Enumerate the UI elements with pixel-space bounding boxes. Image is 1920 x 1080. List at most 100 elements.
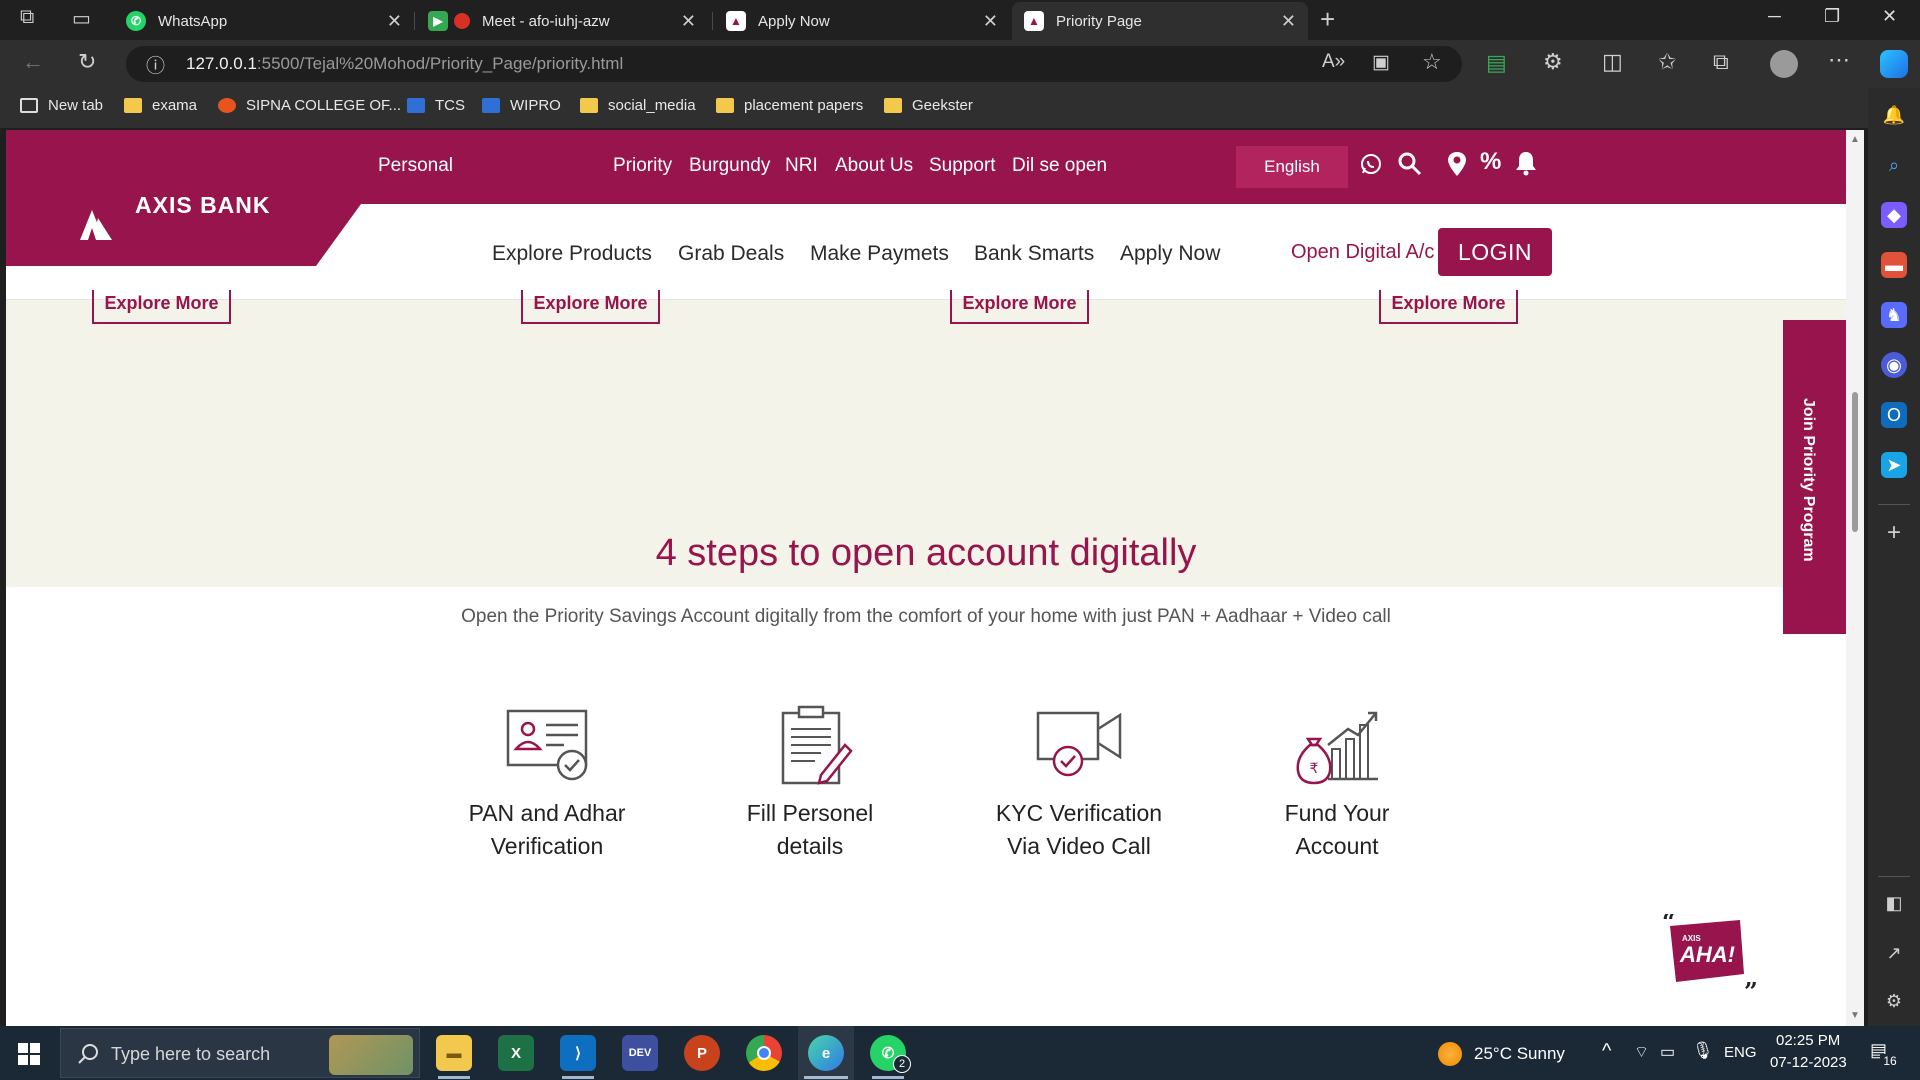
taskbar-search-box[interactable]: Type here to search [60,1028,420,1078]
explore-more-button[interactable]: Explore More [92,290,231,324]
windows-start-icon[interactable] [18,1043,40,1065]
sidebar-toggle-icon[interactable]: ◧ [1881,890,1907,916]
open-digital-account-link[interactable]: Open Digital A/c [1291,241,1434,264]
nav-burgundy[interactable]: Burgundy [689,155,770,177]
bookmark-exama[interactable]: exama [124,97,197,114]
axis-aha-chat-button[interactable]: “ ” AXIS AHA! [1660,907,1758,1006]
page-scrollbar[interactable]: ▲ ▼ [1846,130,1864,1026]
settings-gear-icon[interactable]: ⚙ [1881,988,1907,1014]
outlook-icon[interactable]: O [1881,402,1907,428]
tray-overflow-icon[interactable]: ^ [1602,1040,1611,1063]
bookmark-geekster[interactable]: Geekster [884,97,973,114]
tab-meet[interactable]: ▶ Meet - afo-iuhj-azw ✕ [416,2,708,40]
microphone-icon[interactable]: 🎙 [1692,1041,1714,1061]
vscode-icon[interactable]: ⟩ [560,1035,596,1071]
weather-text[interactable]: 25°C Sunny [1474,1044,1565,1064]
minimize-icon[interactable]: ─ [1768,6,1781,27]
bookmark-social-media[interactable]: social_media [580,97,696,114]
bookmark-wipro[interactable]: WIPRO [482,97,561,114]
excel-icon[interactable]: X [498,1035,534,1071]
location-pin-icon[interactable] [1447,151,1467,177]
whatsapp-icon[interactable] [1359,152,1383,176]
window-close-icon[interactable]: ✕ [1882,6,1897,27]
more-options-icon[interactable]: ⋯ [1828,47,1850,73]
chrome-icon[interactable] [746,1035,782,1071]
step-kyc-video: KYC Verification Via Video Call [969,705,1189,863]
close-icon[interactable]: ✕ [387,11,402,32]
nav-explore-products[interactable]: Explore Products [492,242,652,266]
nav-make-payments[interactable]: Make Paymets [810,242,949,266]
step-fill-details: Fill Personel details [700,705,920,863]
scroll-up-icon[interactable]: ▲ [1850,134,1860,145]
read-aloud-icon[interactable]: A» [1322,51,1345,73]
scroll-thumb[interactable] [1852,392,1858,532]
address-bar[interactable]: ⓘ 127.0.0.1:5500/Tejal%20Mohod/Priority_… [126,46,1462,82]
tag-icon[interactable]: ◆ [1881,202,1907,228]
bookmark-sipna[interactable]: SIPNA COLLEGE OF... [218,97,401,114]
workspaces-icon[interactable]: ⧉ [20,6,34,29]
tab-whatsapp[interactable]: ✆ WhatsApp ✕ [114,2,414,40]
collections-icon[interactable]: ⧉ [1713,49,1729,75]
clock-date[interactable]: 07-12-2023 [1770,1054,1847,1071]
back-icon[interactable]: ← [22,49,44,75]
bookmark-new-tab[interactable]: New tab [20,97,103,114]
nav-bank-smarts[interactable]: Bank Smarts [974,242,1094,266]
devcpp-icon[interactable]: DEV [622,1035,658,1071]
extensions-icon[interactable]: ⚙ [1543,49,1563,75]
new-tab-icon[interactable]: + [1320,4,1335,35]
explore-more-button[interactable]: Explore More [521,290,660,324]
open-external-icon[interactable]: ↗ [1881,940,1907,966]
games-icon[interactable]: ♞ [1881,302,1907,328]
extension-printer-icon[interactable]: ▤ [1486,50,1507,76]
battery-icon[interactable]: ▭ [1660,1042,1675,1062]
close-icon[interactable]: ✕ [983,11,998,32]
nav-support[interactable]: Support [929,155,996,177]
nav-dil-se-open[interactable]: Dil se open [1012,155,1107,177]
tools-icon[interactable]: ▬ [1881,252,1907,278]
clock-time[interactable]: 02:25 PM [1776,1032,1840,1049]
close-icon[interactable]: ✕ [681,11,696,32]
powerpoint-icon[interactable]: P [684,1035,720,1071]
restore-icon[interactable]: ❐ [1824,6,1840,27]
refresh-icon[interactable]: ↻ [78,49,96,75]
search-icon[interactable] [1397,151,1423,177]
nav-personal[interactable]: Personal [378,155,453,177]
send-icon[interactable]: ➤ [1881,452,1907,478]
copilot-sidebar-icon[interactable]: ◉ [1881,352,1907,378]
explore-more-button[interactable]: Explore More [1379,290,1518,324]
bookmark-placement-papers[interactable]: placement papers [716,97,863,114]
file-explorer-icon[interactable]: ▬ [436,1035,472,1071]
bell-icon[interactable]: 🔔 [1881,102,1907,128]
profile-avatar[interactable] [1770,50,1798,78]
folder-icon [580,98,598,113]
bookmark-tcs[interactable]: TCS [407,97,465,114]
site-info-icon[interactable]: ⓘ [146,51,165,78]
copilot-icon[interactable] [1880,50,1908,78]
favorite-star-icon[interactable]: ☆ [1422,49,1442,75]
favorites-icon[interactable]: ✩ [1658,49,1676,75]
login-button[interactable]: LOGIN [1438,228,1552,276]
close-icon[interactable]: ✕ [1281,11,1296,32]
join-priority-program-tab[interactable]: Join Priority Program [1783,320,1846,634]
nav-grab-deals[interactable]: Grab Deals [678,242,784,266]
add-icon[interactable]: + [1881,519,1907,546]
nav-apply-now[interactable]: Apply Now [1120,242,1220,266]
bell-icon[interactable] [1515,150,1537,176]
weather-sun-icon[interactable] [1438,1042,1462,1066]
step-label-line1: PAN and Adhar [468,800,626,826]
immersive-reader-icon[interactable]: ▣ [1372,51,1390,74]
input-language[interactable]: ENG [1724,1044,1757,1061]
nav-priority[interactable]: Priority [613,155,672,177]
offers-percent-icon[interactable]: % [1480,148,1501,176]
scroll-down-icon[interactable]: ▼ [1850,1010,1860,1021]
explore-more-button[interactable]: Explore More [950,290,1089,324]
tab-priority-page[interactable]: ▲ Priority Page ✕ [1012,2,1308,40]
split-screen-icon[interactable]: ◫ [1602,49,1623,75]
tab-apply-now[interactable]: ▲ Apply Now ✕ [714,2,1010,40]
tab-actions-icon[interactable]: ▭ [72,6,91,31]
language-selector[interactable]: English [1236,146,1348,188]
nav-about-us[interactable]: About Us [835,155,913,177]
network-icon[interactable]: ⌔ [1634,1042,1649,1062]
search-icon[interactable]: ⌕ [1881,152,1907,178]
nav-nri[interactable]: NRI [785,155,818,177]
